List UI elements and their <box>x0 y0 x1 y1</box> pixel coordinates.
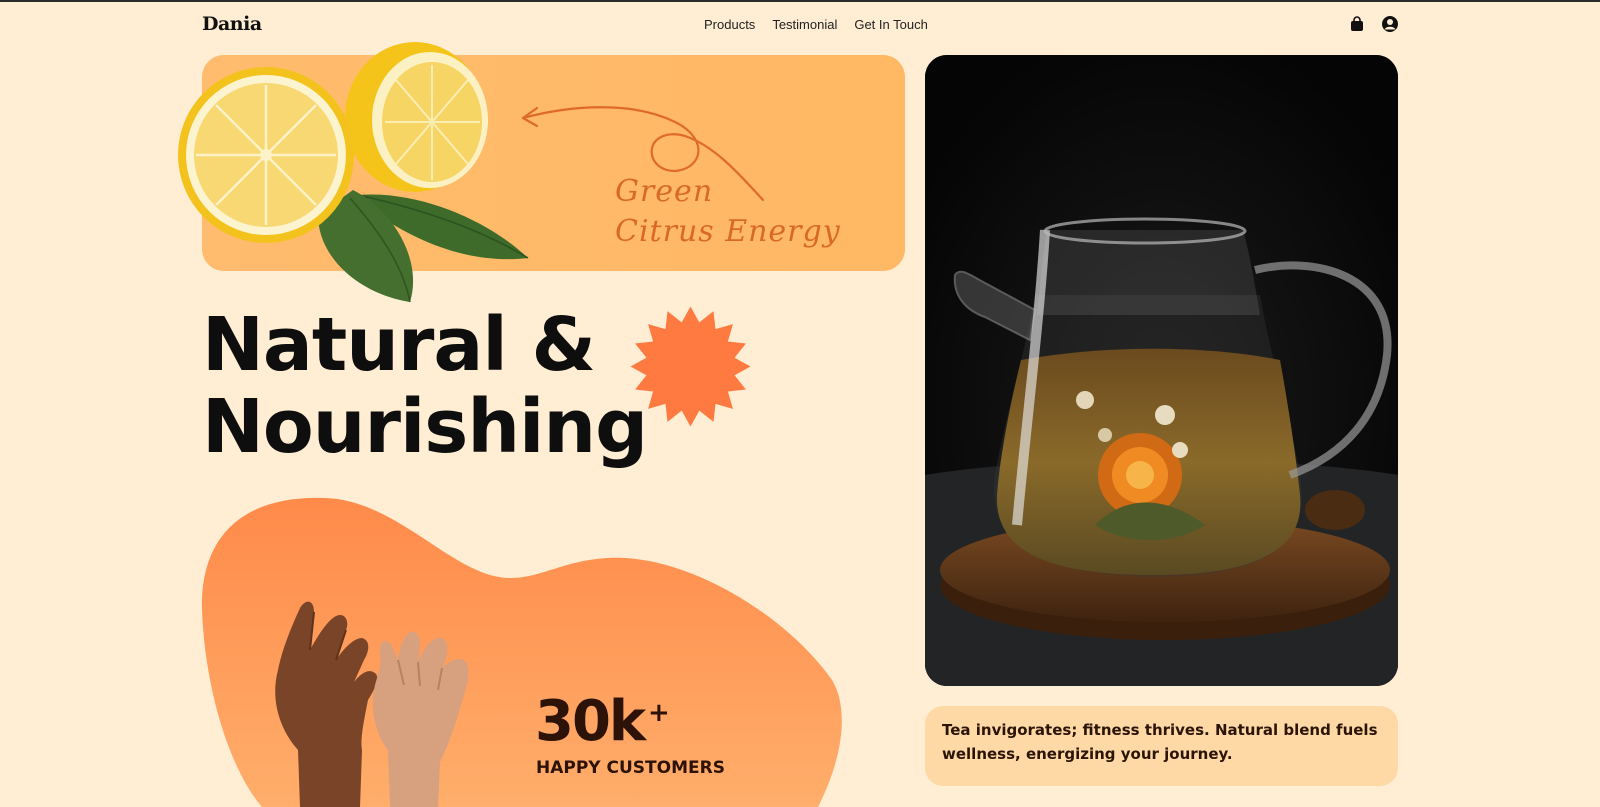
quote-text: Tea invigorates; fitness thrives. Natura… <box>942 721 1378 763</box>
main-nav: Products Testimonial Get In Touch <box>704 17 928 32</box>
banner-tagline: Green Citrus Energy <box>615 172 841 252</box>
pinky-promise-hands-image <box>275 601 469 807</box>
customers-label: HAPPY CUSTOMERS <box>536 758 725 778</box>
glass-teapot-image <box>925 55 1398 686</box>
shopping-bag-icon[interactable] <box>1350 16 1364 37</box>
nav-testimonial-link[interactable]: Testimonial <box>772 17 837 32</box>
starburst-shape <box>630 306 751 427</box>
top-border <box>0 0 1600 2</box>
user-account-icon[interactable] <box>1381 15 1399 38</box>
banner-tagline-line1: Green <box>615 174 714 209</box>
hero-heading-line2: Nourishing <box>202 384 648 470</box>
lemons-image <box>178 42 529 303</box>
customers-count: 30k <box>535 689 646 754</box>
hero-heading: Natural & Nourishing <box>202 302 648 470</box>
nav-products-link[interactable]: Products <box>704 17 755 32</box>
nav-get-in-touch-link[interactable]: Get In Touch <box>854 17 927 32</box>
banner-tagline-line2: Citrus Energy <box>615 214 841 249</box>
customers-plus-sign: + <box>648 698 670 728</box>
hero-heading-line1: Natural & <box>202 302 596 388</box>
logo[interactable]: Dania <box>202 13 262 35</box>
quote-card: Tea invigorates; fitness thrives. Natura… <box>925 706 1398 786</box>
teapot-photo <box>925 55 1398 686</box>
